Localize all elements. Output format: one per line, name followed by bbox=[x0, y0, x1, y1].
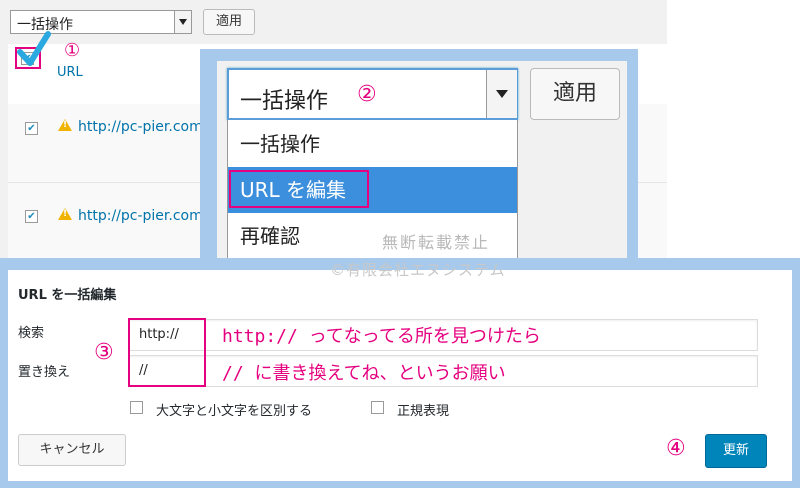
update-button[interactable]: 更新 bbox=[705, 434, 767, 468]
step-2-marker: ② bbox=[357, 82, 377, 107]
highlight-inputs bbox=[128, 318, 206, 387]
dropdown-option-bulk-actions[interactable]: 一括操作 bbox=[228, 121, 517, 167]
apply-button[interactable]: 適用 bbox=[203, 9, 255, 35]
checkmark-annotation-icon bbox=[17, 31, 51, 66]
regex-label: 正規表現 bbox=[397, 404, 450, 419]
chevron-down-icon bbox=[179, 19, 187, 25]
note-replace: // に書き換えてね、というお願い bbox=[222, 363, 506, 384]
warning-icon bbox=[58, 208, 72, 220]
row-url-link[interactable]: http://pc-pier.com bbox=[78, 208, 203, 224]
copyright-watermark: ©有限会社エヌシステム bbox=[330, 261, 506, 279]
step-3-marker: ③ bbox=[94, 340, 114, 365]
note-search: http:// ってなってる所を見つけたら bbox=[222, 326, 541, 347]
zoom-apply-button[interactable]: 適用 bbox=[530, 68, 620, 120]
row-url-link[interactable]: http://pc-pier.com bbox=[78, 119, 203, 135]
search-label: 検索 bbox=[18, 326, 45, 341]
step-4-marker: ④ bbox=[666, 436, 686, 461]
row-checkbox[interactable]: ✔ bbox=[25, 122, 38, 135]
regex-checkbox[interactable] bbox=[371, 401, 384, 414]
case-sensitive-checkbox[interactable] bbox=[130, 401, 143, 414]
chevron-down-icon bbox=[496, 90, 508, 98]
column-header-url[interactable]: URL bbox=[57, 65, 83, 80]
bulk-action-select-arrow[interactable] bbox=[174, 11, 191, 33]
row-checkbox[interactable]: ✔ bbox=[25, 210, 38, 223]
step-1-marker: ① bbox=[64, 40, 81, 61]
bulk-edit-title: URL を一括編集 bbox=[18, 288, 117, 303]
highlight-edit-url bbox=[229, 170, 369, 208]
watermark-text: 無断転載禁止 bbox=[382, 233, 491, 252]
cancel-button[interactable]: キャンセル bbox=[18, 434, 126, 466]
warning-icon bbox=[58, 119, 72, 131]
zoom-select-arrow[interactable] bbox=[486, 70, 517, 118]
replace-label: 置き換え bbox=[18, 365, 71, 380]
zoom-select-value: 一括操作 bbox=[240, 89, 329, 114]
case-sensitive-label: 大文字と小文字を区別する bbox=[156, 404, 313, 419]
